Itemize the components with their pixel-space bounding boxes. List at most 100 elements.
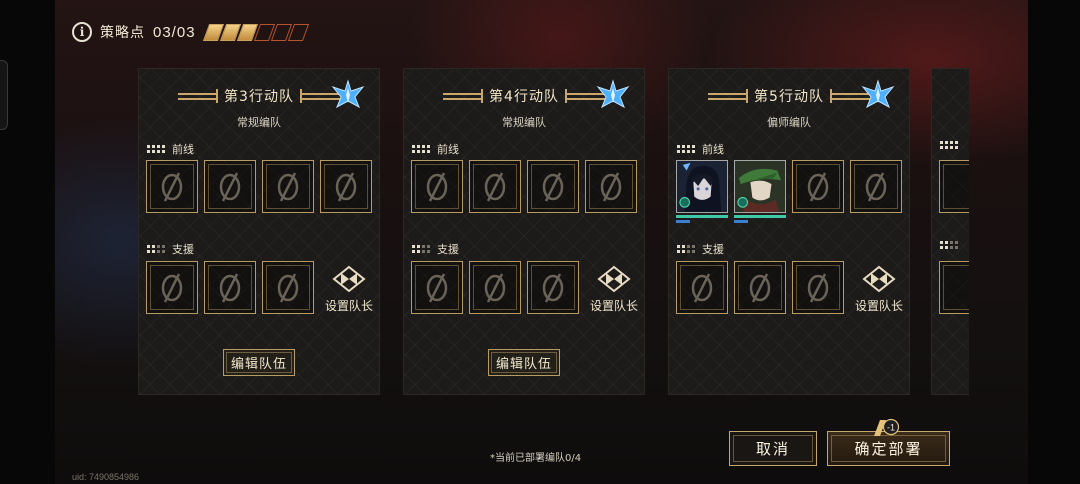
- energy-bar: [676, 220, 690, 223]
- empty-slot-icon: [426, 171, 448, 202]
- team-panel-next-partial[interactable]: [931, 68, 969, 395]
- formation-type: 偏师编队: [767, 116, 811, 129]
- energy-bar: [734, 220, 748, 223]
- empty-slot-icon: [219, 272, 241, 303]
- info-icon[interactable]: i: [72, 22, 92, 42]
- empty-slot[interactable]: [411, 261, 463, 314]
- empty-slot-icon: [807, 272, 829, 303]
- empty-slot-icon: [426, 272, 448, 303]
- team-name: 第4行动队: [489, 89, 559, 105]
- empty-slot[interactable]: [792, 261, 844, 314]
- front-row-label: 前线: [147, 141, 194, 157]
- position-dots-icon: [677, 245, 695, 253]
- position-dots-icon: [412, 245, 430, 253]
- support-slots: [411, 261, 579, 314]
- winged-emblem-icon: [331, 79, 365, 109]
- empty-slot[interactable]: [585, 160, 637, 213]
- empty-slot-icon: [749, 272, 771, 303]
- front-label: 前线: [437, 143, 459, 156]
- empty-slot[interactable]: [527, 160, 579, 213]
- support-slots: [146, 261, 314, 314]
- support-label: 支援: [702, 243, 724, 256]
- position-dots-icon: [940, 241, 958, 249]
- support-label: 支援: [437, 243, 459, 256]
- support-row-label: [940, 241, 958, 249]
- empty-slot: [939, 261, 969, 314]
- winged-emblem-icon: [596, 79, 630, 109]
- left-letterbox: [0, 0, 55, 484]
- position-dots-icon: [412, 145, 430, 153]
- empty-slot[interactable]: [469, 160, 521, 213]
- winged-emblem-icon: [861, 79, 895, 109]
- empty-slot-icon: [219, 171, 241, 202]
- set-leader-label: 设置队长: [324, 299, 373, 313]
- edit-team-button[interactable]: 编辑队伍: [488, 349, 560, 376]
- formation-type: 常规编队: [502, 116, 546, 129]
- empty-slot-icon: [161, 272, 183, 303]
- team-name: 第5行动队: [754, 89, 824, 105]
- team-panel-4[interactable]: 第4行动队 常规编队 前线 支援 设置队长 编辑队伍: [403, 68, 645, 395]
- support-row-label: 支援: [677, 241, 724, 257]
- empty-slot-icon: [484, 171, 506, 202]
- set-leader-button[interactable]: 设置队长: [587, 265, 641, 321]
- empty-slot[interactable]: [262, 160, 314, 213]
- title-ornament-left: [443, 89, 484, 103]
- empty-slot[interactable]: [146, 160, 198, 213]
- strategy-points-label: 策略点: [100, 25, 145, 41]
- empty-slot-icon: [484, 272, 506, 303]
- character-slot[interactable]: [734, 160, 786, 223]
- edit-team-button[interactable]: 编辑队伍: [223, 349, 295, 376]
- empty-slot[interactable]: [850, 160, 902, 213]
- cancel-button[interactable]: 取消: [729, 431, 817, 466]
- formation-type: 常规编队: [237, 116, 281, 129]
- character-portrait-green-hat: [734, 160, 786, 213]
- team-panel-3[interactable]: 第3行动队 常规编队 前线 支援 设置队长 编辑队伍: [138, 68, 380, 395]
- empty-slot[interactable]: [469, 261, 521, 314]
- crossed-flags-icon: [862, 265, 896, 293]
- support-slots: [939, 261, 969, 314]
- strategy-points-value: 03/03: [153, 23, 196, 41]
- team-name: 第3行动队: [224, 89, 294, 105]
- crossed-flags-icon: [332, 265, 366, 293]
- empty-slot[interactable]: [734, 261, 786, 314]
- empty-slot[interactable]: [320, 160, 372, 213]
- team-panel-6-partial: [931, 68, 969, 395]
- team-panel-5[interactable]: 第5行动队 偏师编队 前线 支援 设置队长: [668, 68, 910, 395]
- set-leader-button[interactable]: 设置队长: [322, 265, 376, 321]
- strategy-points-bar: i 策略点 03/03: [72, 18, 309, 46]
- position-dots-icon: [147, 145, 165, 153]
- empty-slot[interactable]: [262, 261, 314, 314]
- empty-slot[interactable]: [204, 261, 256, 314]
- front-label: 前线: [702, 143, 724, 156]
- empty-slot[interactable]: [792, 160, 844, 213]
- deploy-status-text: *当前已部署编队0/4: [490, 453, 582, 464]
- front-row-label: 前线: [677, 141, 724, 157]
- front-slots: [676, 160, 902, 223]
- title-ornament-left: [708, 89, 749, 103]
- character-slot[interactable]: [676, 160, 728, 223]
- empty-slot[interactable]: [527, 261, 579, 314]
- strategy-cost-badge: -1: [874, 418, 900, 436]
- empty-slot-icon: [542, 272, 564, 303]
- empty-slot-icon: [600, 171, 622, 202]
- edge-tab[interactable]: [0, 60, 8, 130]
- support-slots: [676, 261, 844, 314]
- strategy-points-pips: [202, 23, 309, 41]
- right-letterbox: [1028, 0, 1080, 484]
- support-row-label: 支援: [412, 241, 459, 257]
- empty-slot[interactable]: [676, 261, 728, 314]
- empty-slot-icon: [161, 171, 183, 202]
- empty-slot-icon: [691, 272, 713, 303]
- title-ornament-left: [178, 89, 219, 103]
- set-leader-button[interactable]: 设置队长: [852, 265, 906, 321]
- position-dots-icon: [677, 145, 695, 153]
- crossed-flags-icon: [597, 265, 631, 293]
- empty-slot[interactable]: [204, 160, 256, 213]
- empty-slot-icon: [277, 171, 299, 202]
- strategy-cost-value: -1: [887, 423, 895, 433]
- empty-slot-icon: [335, 171, 357, 202]
- empty-slot[interactable]: [146, 261, 198, 314]
- empty-slot-icon: [865, 171, 887, 202]
- empty-slot: [939, 160, 969, 213]
- empty-slot[interactable]: [411, 160, 463, 213]
